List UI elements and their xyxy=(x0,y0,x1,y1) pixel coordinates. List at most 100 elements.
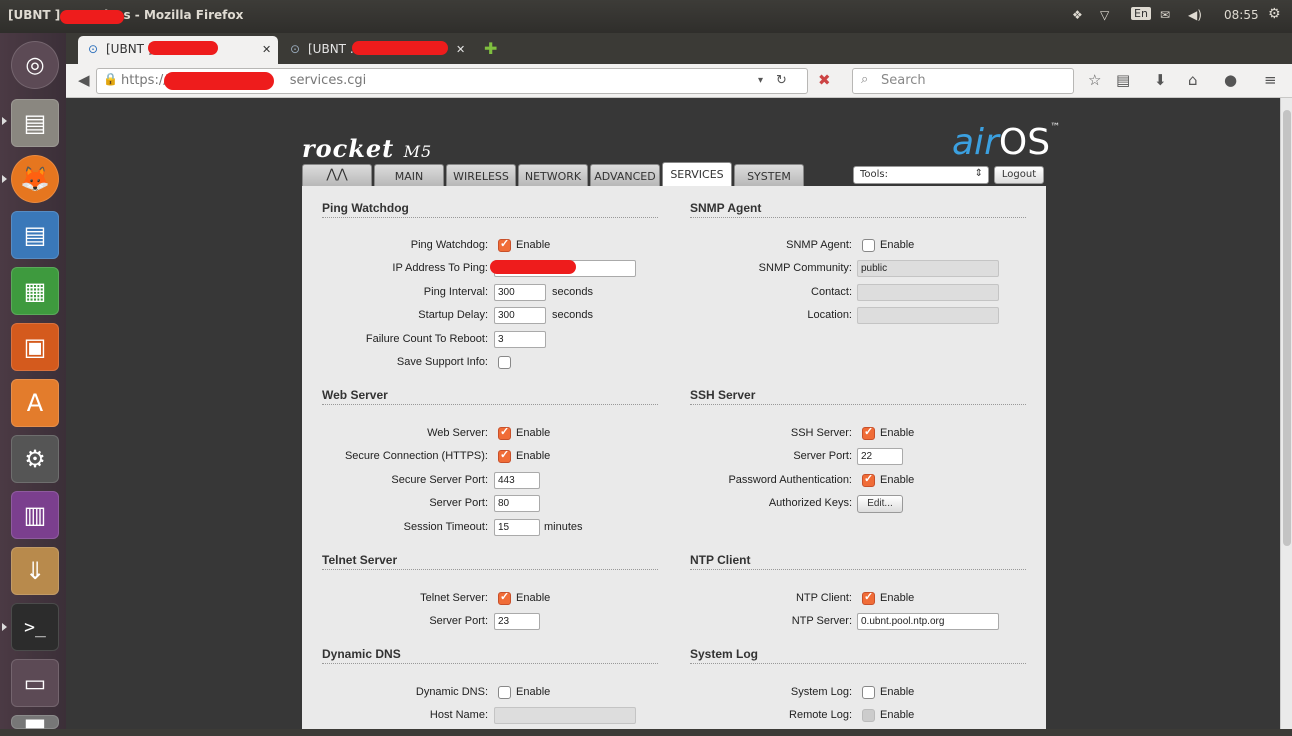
secure-port-field[interactable]: 443 xyxy=(494,472,540,489)
mail-icon[interactable]: ✉ xyxy=(1160,8,1170,22)
checkbox-label: Enable xyxy=(880,709,915,721)
terminal-icon[interactable]: >_ xyxy=(11,603,59,651)
tab-services[interactable]: SERVICES xyxy=(662,162,732,186)
web-port-field[interactable]: 80 xyxy=(494,495,540,512)
browser-nav-bar: ◀ 🔒 https:// services.cgi ▾ ↻ ✖ ⌕ Search… xyxy=(66,64,1292,98)
password-auth-checkbox[interactable] xyxy=(862,472,875,487)
field-label: Ping Watchdog: xyxy=(410,239,488,251)
ntp-client-checkbox[interactable] xyxy=(862,590,875,605)
new-tab-icon[interactable]: ✚ xyxy=(484,39,497,58)
wifi-favicon-icon: ⊙ xyxy=(88,42,99,56)
tools-select[interactable]: Tools: ⇕ xyxy=(853,166,989,184)
impress-icon[interactable]: ▣ xyxy=(11,323,59,371)
ddns-checkbox[interactable] xyxy=(498,686,511,699)
snmp-location-field[interactable] xyxy=(857,307,999,324)
hello-icon[interactable]: ● xyxy=(1224,71,1237,89)
tab-advanced[interactable]: ADVANCED xyxy=(590,164,660,186)
checkbox-label: Enable xyxy=(516,239,551,251)
session-timeout-field[interactable]: 15 xyxy=(494,519,540,536)
menu-icon[interactable]: ≡ xyxy=(1264,71,1277,89)
wifi-favicon-icon: ⊙ xyxy=(290,42,301,56)
workspace-switcher-icon[interactable]: ▥ xyxy=(11,491,59,539)
system-settings-icon[interactable]: ⚙ xyxy=(11,435,59,483)
calc-icon[interactable]: ▦ xyxy=(11,267,59,315)
logout-button[interactable]: Logout xyxy=(994,166,1044,184)
addon-icon[interactable]: ✖ xyxy=(818,71,831,89)
ssh-port-field[interactable]: 22 xyxy=(857,448,903,465)
checkbox-label: Enable xyxy=(880,592,915,604)
software-center-icon[interactable]: A xyxy=(11,379,59,427)
services-panel: Ping Watchdog Ping Watchdog: Enable IP A… xyxy=(302,186,1046,729)
tab-network[interactable]: NETWORK xyxy=(518,164,588,186)
ping-watchdog-checkbox[interactable] xyxy=(498,237,511,252)
field-label: Secure Connection (HTTPS): xyxy=(344,450,488,462)
close-icon[interactable]: ✕ xyxy=(456,43,465,56)
startup-delay-field[interactable]: 300 xyxy=(494,307,546,324)
tab-ubnt-logo[interactable]: ⋀⋀ xyxy=(302,164,372,186)
telnet-server-checkbox[interactable] xyxy=(498,590,511,605)
scrollbar-thumb[interactable] xyxy=(1283,110,1291,546)
volume-icon[interactable]: ◀) xyxy=(1188,8,1202,22)
reload-icon[interactable]: ↻ xyxy=(776,73,787,88)
select-arrows-icon: ⇕ xyxy=(974,168,983,179)
wifi-icon[interactable]: ▽ xyxy=(1100,8,1109,22)
tab-label: [UBNT . xyxy=(308,42,354,56)
running-indicator xyxy=(2,175,7,183)
search-input[interactable]: ⌕ Search xyxy=(852,68,1074,94)
web-server-checkbox[interactable] xyxy=(498,425,511,440)
close-icon[interactable]: ✕ xyxy=(262,43,271,56)
tab-main[interactable]: MAIN xyxy=(374,164,444,186)
field-label: SNMP Agent: xyxy=(786,239,852,251)
redaction-mark xyxy=(148,41,218,55)
ping-interval-field[interactable]: 300 xyxy=(494,284,546,301)
field-label: SSH Server: xyxy=(790,427,852,439)
bookmark-star-icon[interactable]: ☆ xyxy=(1088,71,1101,89)
files-icon[interactable]: ▤ xyxy=(11,99,59,147)
tab-system[interactable]: SYSTEM xyxy=(734,164,804,186)
url-prefix: https:// xyxy=(121,73,168,88)
checkbox-label: Enable xyxy=(880,686,915,698)
keyboard-layout-indicator[interactable]: En xyxy=(1131,7,1151,20)
remote-log-checkbox[interactable] xyxy=(862,709,875,722)
reading-list-icon[interactable]: ▤ xyxy=(1116,71,1130,89)
airos-logo: airOS™ xyxy=(952,122,1061,163)
tab-wireless[interactable]: WIRELESS xyxy=(446,164,516,186)
snmp-agent-checkbox[interactable] xyxy=(862,239,875,252)
ddns-host-field[interactable] xyxy=(494,707,636,724)
save-support-checkbox[interactable] xyxy=(498,356,511,369)
gear-icon[interactable]: ⚙ xyxy=(1268,6,1281,22)
ntp-server-field[interactable]: 0.ubnt.pool.ntp.org xyxy=(857,613,999,630)
snmp-contact-field[interactable] xyxy=(857,284,999,301)
dropdown-icon[interactable]: ▾ xyxy=(758,75,763,86)
firefox-icon[interactable]: 🦊 xyxy=(11,155,59,203)
field-label: Secure Server Port: xyxy=(391,474,488,486)
back-icon[interactable]: ◀ xyxy=(78,71,90,89)
dropbox-icon[interactable]: ❖ xyxy=(1072,8,1083,22)
archive-manager-icon[interactable]: ⇓ xyxy=(11,547,59,595)
section-title: Ping Watchdog xyxy=(322,201,658,218)
unit-label: minutes xyxy=(544,521,583,533)
field-label: NTP Client: xyxy=(795,592,852,604)
system-log-checkbox[interactable] xyxy=(862,686,875,699)
workspaces-icon[interactable]: ▭ xyxy=(11,659,59,707)
edit-keys-button[interactable]: Edit... xyxy=(857,495,903,513)
running-indicator xyxy=(2,117,7,125)
section-title: SNMP Agent xyxy=(690,201,1026,218)
vertical-scrollbar[interactable] xyxy=(1280,98,1292,729)
snmp-community-field[interactable]: public xyxy=(857,260,999,277)
clock[interactable]: 08:55 xyxy=(1224,8,1259,22)
section-title: Telnet Server xyxy=(322,553,658,570)
dash-icon[interactable]: ◎ xyxy=(11,41,59,89)
trash-icon[interactable]: ▬ xyxy=(11,708,59,736)
https-checkbox[interactable] xyxy=(498,448,511,463)
field-label: Authorized Keys: xyxy=(768,497,852,509)
browser-tab-bar: ⊙ [UBNT ] - S... ✕ ⊙ [UBNT . ✕ ✚ xyxy=(66,33,1292,64)
download-icon[interactable]: ⬇ xyxy=(1154,71,1167,89)
telnet-port-field[interactable]: 23 xyxy=(494,613,540,630)
writer-icon[interactable]: ▤ xyxy=(11,211,59,259)
failure-count-field[interactable]: 3 xyxy=(494,331,546,348)
home-icon[interactable]: ⌂ xyxy=(1188,71,1198,89)
ubuntu-launcher: ◎ ▤ 🦊 ▤ ▦ ▣ A ⚙ ▥ ⇓ >_ ▭ ▬ xyxy=(0,33,66,736)
field-label: Startup Delay: xyxy=(418,309,488,321)
ssh-server-checkbox[interactable] xyxy=(862,425,875,440)
